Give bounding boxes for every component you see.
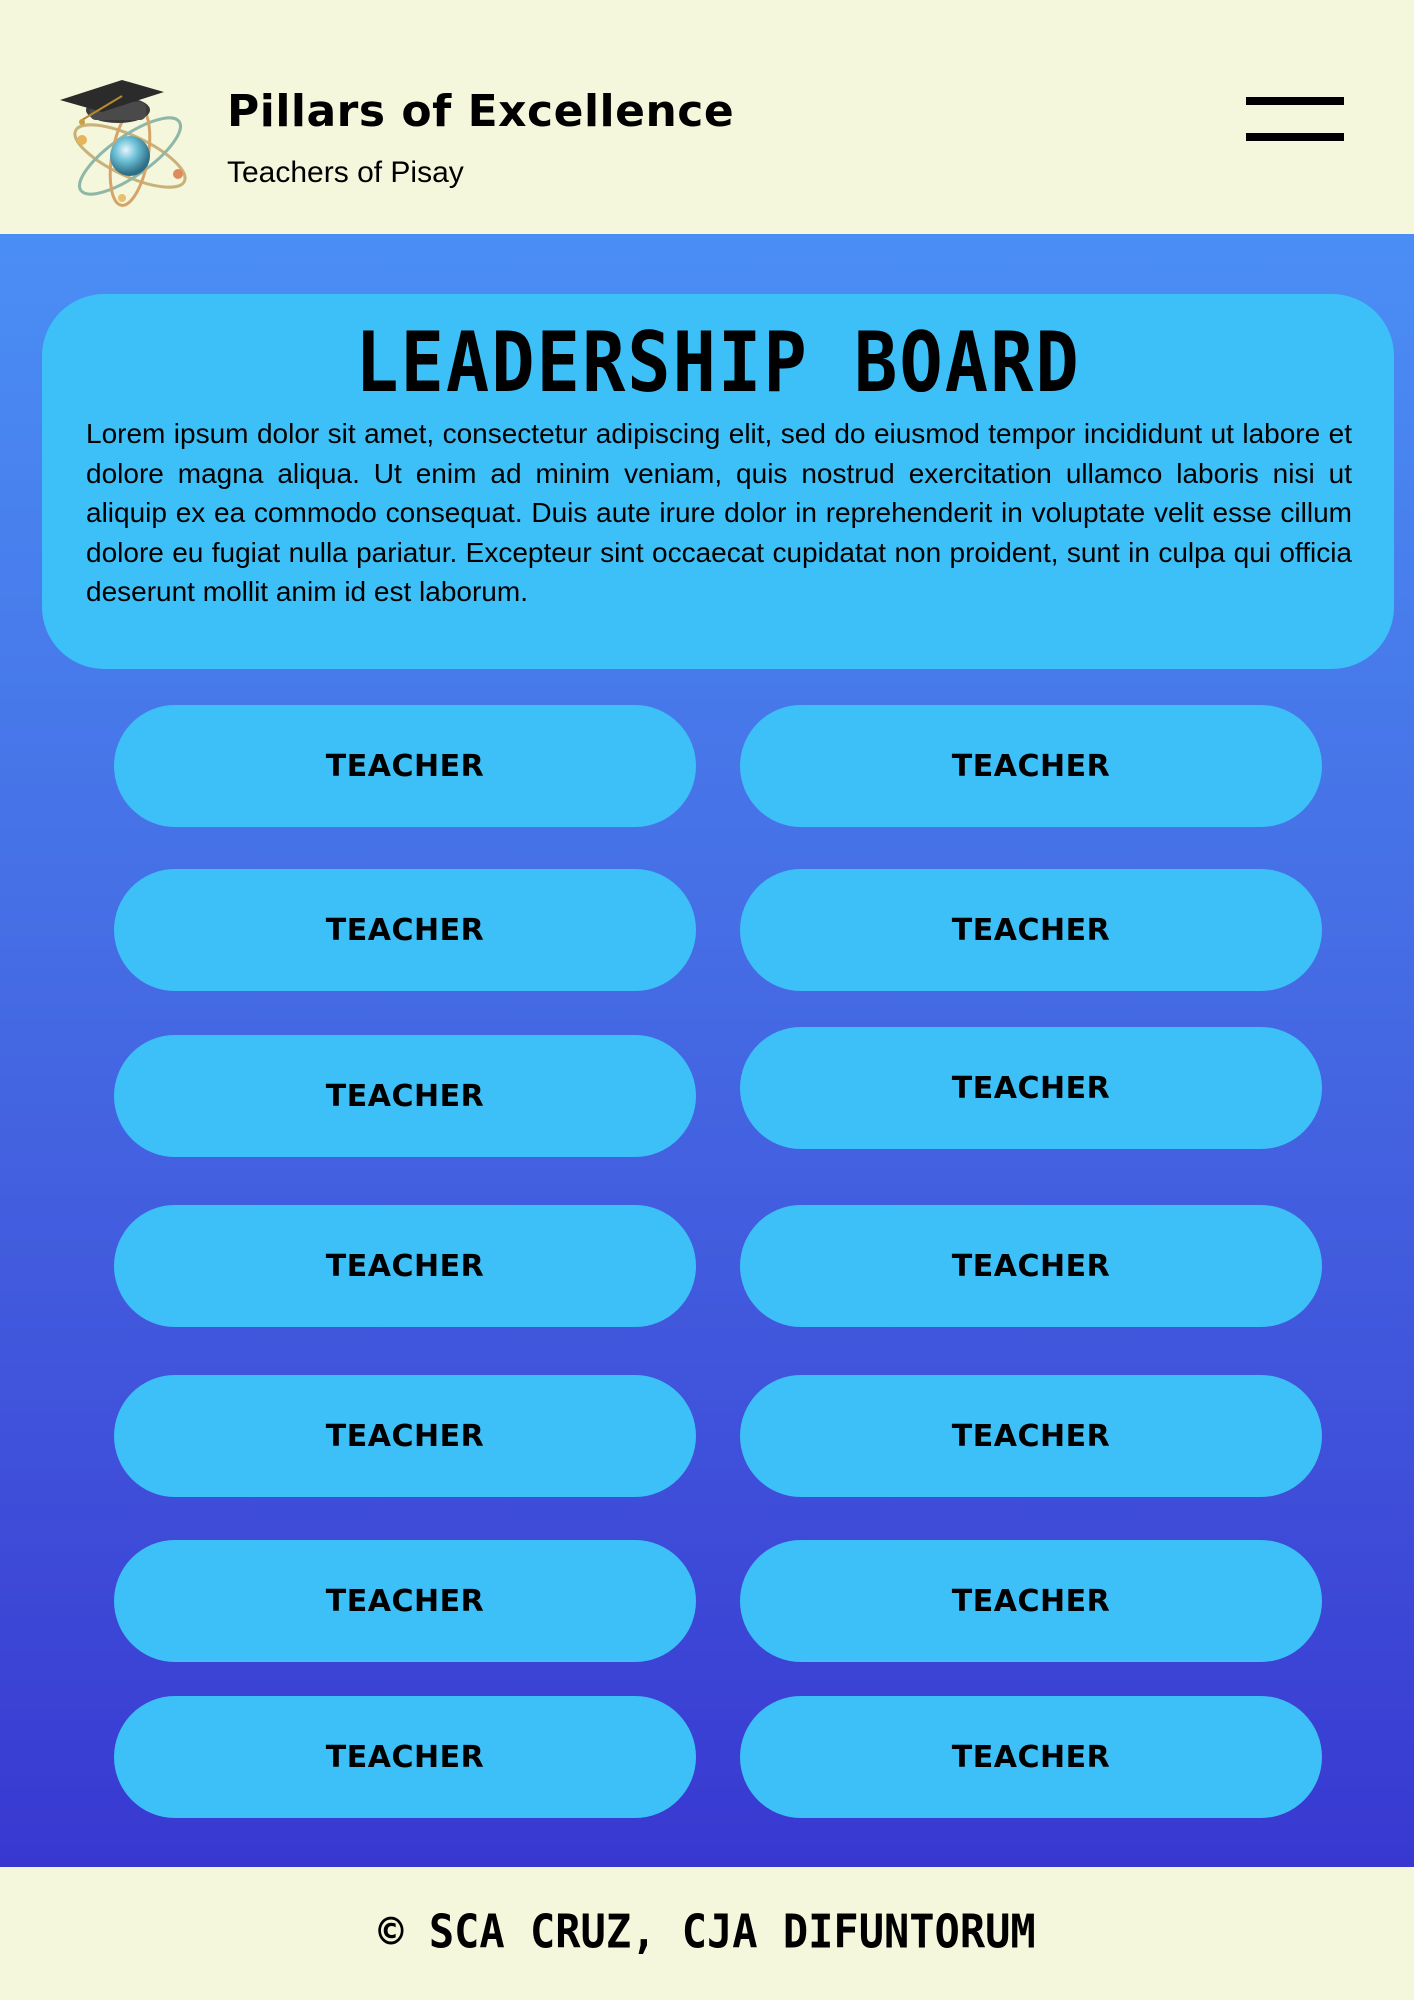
teacher-button[interactable]: TEACHER	[740, 1696, 1322, 1818]
board-description: Lorem ipsum dolor sit amet, consectetur …	[86, 418, 1352, 608]
leadership-board-card: LEADERSHIP BOARD Lorem ipsum dolor sit a…	[42, 294, 1394, 669]
hamburger-menu-icon[interactable]	[1244, 95, 1346, 145]
teacher-button[interactable]: TEACHER	[114, 869, 696, 991]
teacher-button[interactable]: TEACHER	[740, 1540, 1322, 1662]
teacher-button[interactable]: TEACHER	[740, 705, 1322, 827]
menu-bar	[1246, 97, 1344, 105]
teacher-button[interactable]: TEACHER	[740, 869, 1322, 991]
teacher-button[interactable]: TEACHER	[114, 1375, 696, 1497]
copyright-text: © SCA CRUZ, CJA DIFUNTORUM	[378, 1904, 1036, 1959]
teacher-button[interactable]: TEACHER	[740, 1027, 1322, 1149]
main-content: LEADERSHIP BOARD Lorem ipsum dolor sit a…	[0, 234, 1414, 1867]
board-title: LEADERSHIP BOARD	[355, 313, 1081, 411]
teacher-button[interactable]: TEACHER	[114, 705, 696, 827]
menu-bar	[1246, 133, 1344, 141]
teacher-button[interactable]: TEACHER	[114, 1035, 696, 1157]
site-footer: © SCA CRUZ, CJA DIFUNTORUM	[0, 1867, 1414, 2000]
site-header: Pillars of Excellence Teachers of Pisay	[0, 0, 1414, 234]
graduation-cap-atom-icon	[60, 80, 187, 207]
teacher-button[interactable]: TEACHER	[740, 1375, 1322, 1497]
site-title: Pillars of Excellence	[227, 86, 735, 137]
teacher-button[interactable]: TEACHER	[114, 1696, 696, 1818]
site-subtitle: Teachers of Pisay	[227, 156, 464, 189]
teacher-button[interactable]: TEACHER	[114, 1540, 696, 1662]
teacher-button[interactable]: TEACHER	[740, 1205, 1322, 1327]
teacher-button[interactable]: TEACHER	[114, 1205, 696, 1327]
